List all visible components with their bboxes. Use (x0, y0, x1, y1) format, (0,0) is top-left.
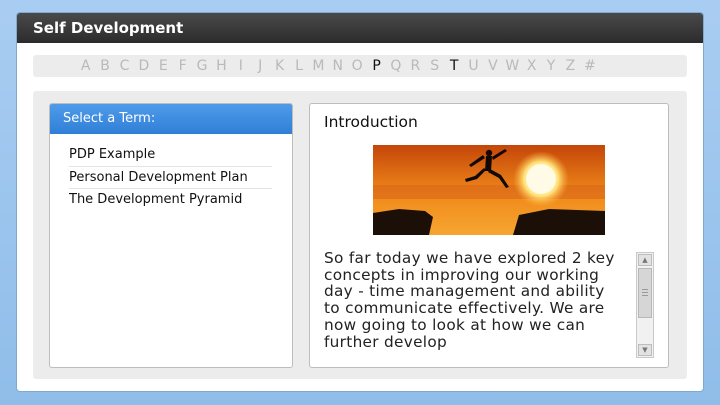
letter-filter-x: X (526, 58, 537, 74)
letter-filter-z: Z (565, 58, 576, 74)
letter-filter-q: Q (390, 58, 402, 74)
terms-panel: Select a Term: PDP Example Personal Deve… (49, 103, 293, 368)
sunset-leap-illustration (373, 145, 605, 235)
glossary-window: Self Development ABCDEFGHIJKLMNOPQRSTUVW… (16, 12, 704, 392)
letter-filter-w: W (505, 58, 520, 74)
letter-filter-hash: # (583, 58, 596, 74)
detail-title: Introduction (324, 113, 418, 131)
letter-filter-r: R (410, 58, 421, 74)
letter-filter-o: O (351, 58, 363, 74)
letter-filter-g: G (196, 58, 208, 74)
triangle-down-icon[interactable]: ▼ (638, 344, 652, 356)
term-item[interactable]: PDP Example (69, 144, 272, 167)
letter-filter-e: E (158, 58, 168, 74)
letter-filter-h: H (216, 58, 227, 74)
term-item[interactable]: The Development Pyramid (69, 189, 272, 212)
letter-filter-n: N (332, 58, 344, 74)
terms-header: Select a Term: (50, 104, 292, 134)
letter-filter-t[interactable]: T (444, 58, 463, 74)
terms-list: PDP Example Personal Development Plan Th… (50, 134, 292, 212)
detail-panel: Introduction So far today we have explor… (309, 103, 669, 368)
triangle-up-icon[interactable]: ▲ (638, 254, 652, 266)
letter-filter-c: C (119, 58, 130, 74)
letter-filter-y: Y (546, 58, 556, 74)
window-title: Self Development (17, 13, 703, 43)
letter-filter-a: A (80, 58, 91, 74)
alphabet-bar: A B C D E F G H I J K L M N O P Q R S T U V W X Y Z # (33, 55, 687, 77)
scrollbar-thumb[interactable] (638, 268, 652, 318)
letter-filter-j: J (258, 58, 263, 74)
hero-image (373, 145, 605, 235)
body-scrollbar[interactable]: ▲ ▼ (636, 252, 654, 358)
letter-filter-k: K (275, 58, 285, 74)
term-item[interactable]: Personal Development Plan (69, 167, 272, 189)
content-area: Select a Term: PDP Example Personal Deve… (33, 91, 687, 379)
letter-filter-f: F (178, 58, 187, 74)
letter-filter-d: D (138, 58, 150, 74)
letter-filter-l: L (295, 58, 303, 74)
letter-filter-m: M (312, 58, 325, 74)
letter-filter-s: S (430, 58, 440, 74)
detail-body-text: So far today we have explored 2 key conc… (324, 250, 615, 351)
letter-filter-b: B (100, 58, 110, 74)
letter-filter-p[interactable]: P (367, 58, 386, 74)
letter-filter-u: U (468, 58, 479, 74)
letter-filter-v: V (488, 58, 498, 74)
letter-filter-i: I (238, 58, 243, 74)
